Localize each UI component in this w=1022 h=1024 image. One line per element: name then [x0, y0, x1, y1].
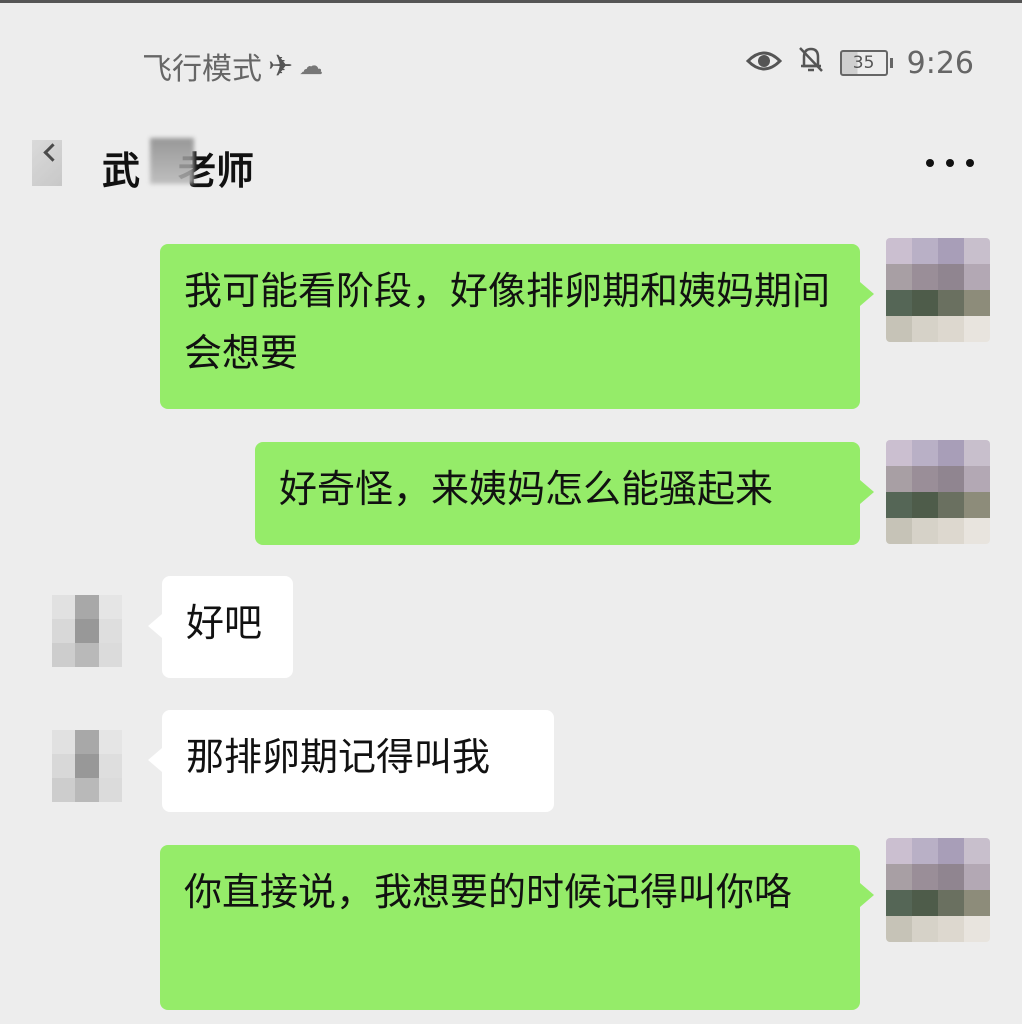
contact-avatar[interactable] [52, 730, 122, 802]
eye-icon [745, 46, 782, 81]
message-bubble-received[interactable]: 那排卵期记得叫我 [148, 710, 554, 812]
status-bar: 飞行模式 ✈ ☁ 35 9:26 [0, 40, 1022, 92]
message-bubble-sent[interactable]: 你直接说，我想要的时候记得叫你咯 [160, 845, 874, 1010]
more-icon [926, 159, 934, 167]
redaction-blur [150, 138, 194, 184]
top-edge-line [0, 0, 1022, 3]
message-text: 你直接说，我想要的时候记得叫你咯 [184, 870, 793, 914]
battery-level: 35 [839, 50, 888, 76]
airplane-icon: ✈ [268, 48, 294, 84]
airplane-mode-label: 飞行模式 [142, 52, 262, 87]
message-bubble-sent[interactable]: 我可能看阶段，好像排卵期和姨妈期间会想要 [160, 244, 874, 409]
self-avatar[interactable] [886, 838, 990, 942]
status-right: 35 9:26 [745, 44, 974, 82]
message-text: 那排卵期记得叫我 [186, 735, 491, 779]
battery-icon: 35 [839, 50, 893, 76]
message-text: 好吧 [186, 601, 263, 645]
more-options-button[interactable] [926, 148, 974, 178]
message-bubble-received[interactable]: 好吧 [148, 576, 293, 678]
back-arrow-icon[interactable] [32, 140, 62, 186]
cloud-icon: ☁ [299, 52, 324, 80]
battery-tip [889, 58, 893, 68]
status-left: 飞行模式 ✈ ☁ [142, 44, 323, 88]
message-bubble-sent[interactable]: 好奇怪，来姨妈怎么能骚起来 [255, 442, 874, 545]
contact-avatar[interactable] [52, 595, 122, 667]
message-text: 我可能看阶段，好像排卵期和姨妈期间会想要 [184, 269, 831, 375]
more-icon-dot [966, 159, 974, 167]
message-text: 好奇怪，来姨妈怎么能骚起来 [279, 467, 774, 511]
chat-header: 武 老师 [0, 130, 1022, 202]
self-avatar[interactable] [886, 440, 990, 544]
self-avatar[interactable] [886, 238, 990, 342]
more-icon-dot [946, 159, 954, 167]
bell-muted-icon [796, 44, 826, 82]
clock-time: 9:26 [906, 45, 974, 81]
